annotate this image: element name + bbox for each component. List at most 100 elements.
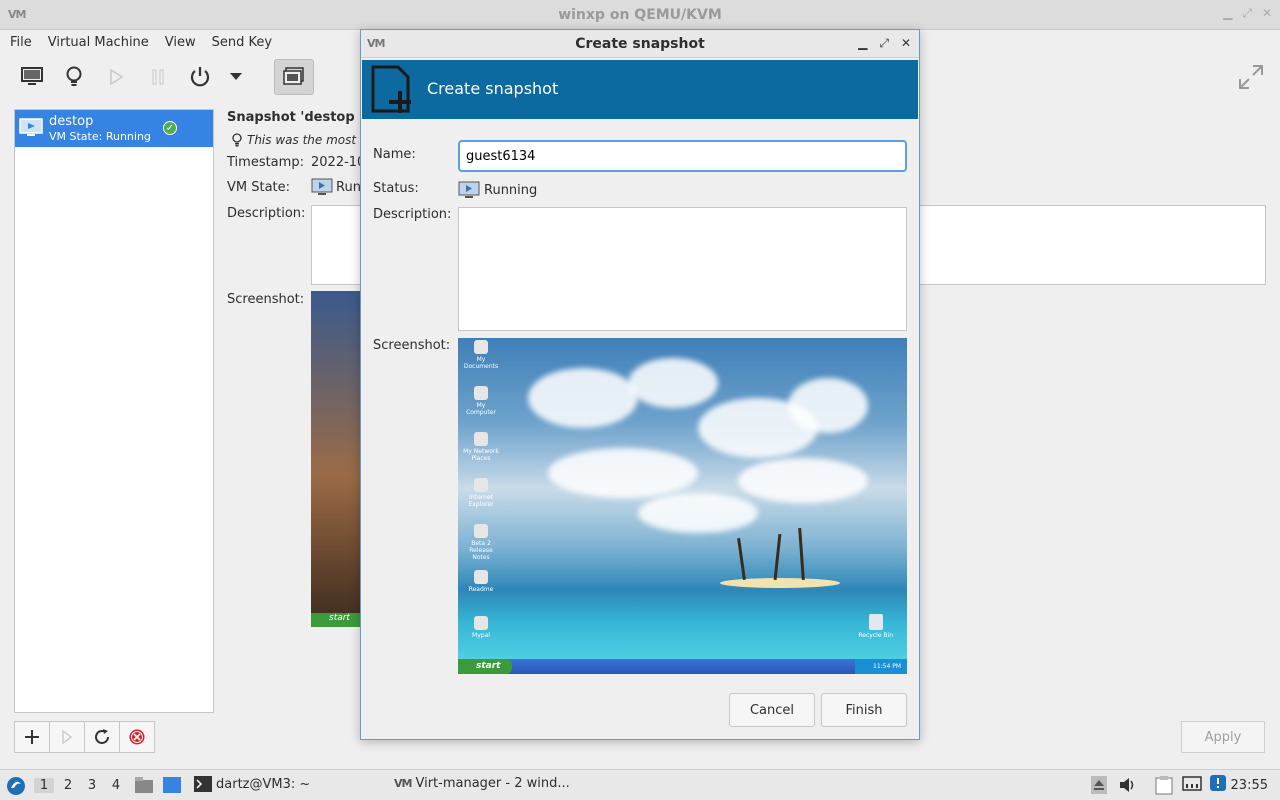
main-window-controls: ▁ ⤢ ✕: [1223, 6, 1272, 21]
description-label: Description:: [227, 206, 306, 221]
eject-icon[interactable]: [1091, 776, 1107, 794]
cancel-button[interactable]: Cancel: [729, 693, 815, 727]
status-text: Running: [484, 182, 538, 198]
description-textarea[interactable]: [458, 207, 907, 331]
snapshots-button[interactable]: [274, 59, 314, 95]
new-snapshot-icon: [370, 65, 414, 119]
menu-virtual-machine[interactable]: Virtual Machine: [48, 35, 149, 50]
lightbulb-icon: [66, 66, 82, 86]
main-titlebar: VM winxp on QEMU/KVM ▁ ⤢ ✕: [0, 0, 1280, 30]
vm-state-label: VM State:: [227, 180, 291, 195]
network-icon[interactable]: [1182, 776, 1202, 794]
desktop-icon: Mypal: [462, 616, 500, 662]
list-item[interactable]: destop VM State: Running ✓: [15, 110, 213, 147]
workspace-3[interactable]: 3: [82, 778, 102, 793]
maximize-icon[interactable]: ⤢: [1242, 6, 1252, 21]
vm-state-icon: [311, 178, 333, 200]
menu-file[interactable]: File: [10, 35, 32, 50]
system-taskbar: 1 2 3 4 dartz@VM3: ~ VM Virt-manager - 2…: [0, 769, 1280, 800]
clipboard-icon[interactable]: [1155, 775, 1173, 795]
menu-send-key[interactable]: Send Key: [212, 35, 272, 50]
desktop-icon: My Computer: [462, 386, 500, 432]
app-menu-icon[interactable]: [6, 776, 26, 796]
close-icon[interactable]: ✕: [901, 36, 911, 51]
desktop-icon-label: My Computer: [466, 402, 496, 416]
timestamp-label: Timestamp:: [227, 155, 304, 170]
apply-button[interactable]: Apply: [1181, 721, 1265, 753]
refresh-button[interactable]: [84, 721, 120, 753]
pause-button[interactable]: [140, 59, 176, 95]
dialog-window-controls: ▁ ⤢ ✕: [858, 36, 911, 51]
checkmark-icon: ✓: [163, 121, 177, 135]
snapshot-note-text: This was the most r: [247, 133, 365, 147]
workspace-1[interactable]: 1: [34, 778, 54, 793]
snapshot-title: Snapshot 'destop: [227, 110, 355, 125]
recycle-bin-label: Recycle Bin: [858, 632, 893, 639]
create-snapshot-dialog: VM Create snapshot ▁ ⤢ ✕ Create snapshot…: [360, 29, 920, 740]
file-manager-icon[interactable]: [134, 776, 154, 794]
menu-view[interactable]: View: [165, 35, 196, 50]
virt-manager-app-icon: VM: [8, 8, 26, 21]
main-window-title: winxp on QEMU/KVM: [558, 6, 722, 23]
taskbar-terminal[interactable]: dartz@VM3: ~: [194, 776, 310, 792]
close-icon[interactable]: ✕: [1262, 6, 1272, 21]
screenshot-label: Screenshot:: [227, 292, 305, 307]
terminal-label: dartz@VM3: ~: [216, 776, 311, 792]
virt-manager-label: Virt-manager - 2 wind...: [415, 776, 570, 791]
workspace-2[interactable]: 2: [58, 778, 78, 793]
volume-icon[interactable]: [1119, 777, 1137, 793]
minimize-icon[interactable]: ▁: [1223, 6, 1232, 21]
snapshot-state: VM State: Running: [49, 130, 151, 143]
run-button[interactable]: [98, 59, 134, 95]
workspace-4[interactable]: 4: [106, 778, 126, 793]
shutdown-menu-button[interactable]: [224, 59, 248, 95]
screenshot-label: Screenshot:: [373, 338, 451, 353]
desktop-icon-label: Readme: [468, 586, 494, 593]
minimize-icon[interactable]: ▁: [858, 36, 867, 51]
terminal-icon: [194, 776, 212, 792]
power-icon: [190, 67, 210, 87]
dialog-header: Create snapshot: [362, 60, 918, 119]
taskbar-virt-manager[interactable]: VM Virt-manager - 2 wind...: [394, 776, 570, 791]
desktop-icon-label: Internet Explorer: [468, 494, 494, 508]
console-button[interactable]: [14, 59, 50, 95]
play-icon: [110, 69, 123, 85]
vm-screenshot: My Documents My Computer My Network Plac…: [458, 338, 907, 674]
snapshot-name: destop: [49, 114, 94, 129]
vm-state-value: Run: [336, 180, 361, 195]
xp-taskbar: [458, 659, 907, 674]
xp-clock: 11:54 PM: [855, 659, 907, 674]
timestamp-value: 2022-10: [311, 155, 366, 170]
snapshot-note: This was the most r: [231, 133, 365, 147]
snapshots-icon: [283, 67, 304, 85]
run-snapshot-button[interactable]: [49, 721, 85, 753]
lightbulb-icon: [232, 133, 242, 147]
monitor-icon: [21, 67, 43, 85]
virt-manager-icon: VM: [394, 777, 412, 790]
shutdown-button[interactable]: [182, 59, 218, 95]
plus-icon: [25, 730, 39, 744]
add-snapshot-button[interactable]: [14, 721, 50, 753]
maximize-icon[interactable]: ⤢: [879, 36, 889, 51]
fullscreen-icon[interactable]: [1238, 64, 1264, 94]
start-button: start: [311, 613, 361, 627]
desktop-icon[interactable]: [162, 776, 182, 794]
refresh-icon: [95, 729, 109, 744]
desktop-icon-label: Mypal: [472, 632, 490, 639]
finish-button[interactable]: Finish: [821, 693, 907, 727]
dialog-titlebar: VM Create snapshot ▁ ⤢ ✕: [361, 30, 919, 58]
pause-icon: [152, 69, 164, 85]
virt-manager-app-icon: VM: [367, 37, 385, 50]
desktop-icon: My Documents: [462, 340, 500, 386]
desktop-icon: Beta 2 Release Notes: [462, 524, 500, 570]
chevron-down-icon: [230, 73, 242, 80]
snapshot-name-input[interactable]: [458, 140, 907, 172]
details-button[interactable]: [56, 59, 92, 95]
desktop-icon-label: My Documents: [463, 356, 499, 370]
recycle-bin-icon: Recycle Bin: [858, 614, 893, 639]
delete-snapshot-button[interactable]: [119, 721, 155, 753]
dialog-header-title: Create snapshot: [427, 79, 559, 98]
name-label: Name:: [373, 147, 416, 162]
snapshot-screenshot: start: [311, 291, 361, 627]
notification-icon[interactable]: [1210, 775, 1226, 791]
